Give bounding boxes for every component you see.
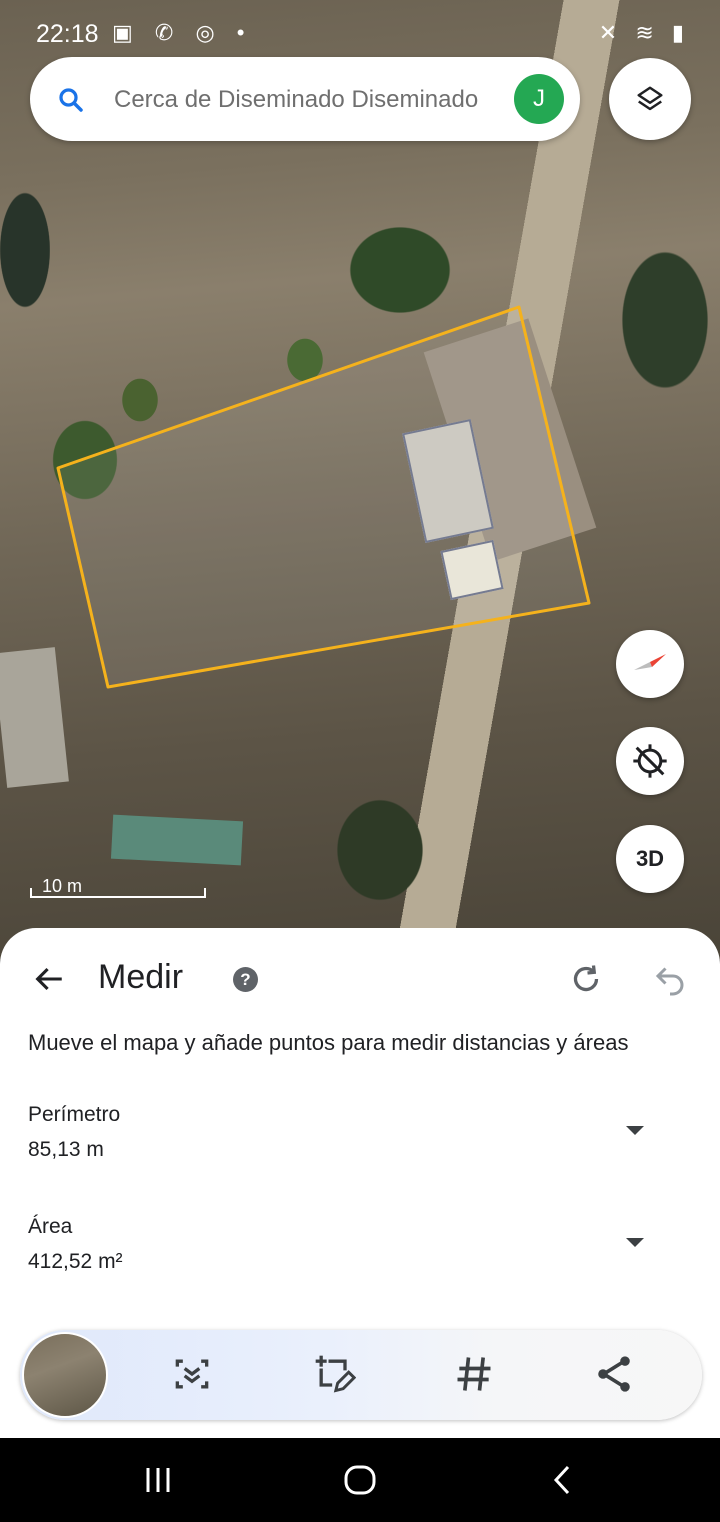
system-nav-bar [0,1438,720,1522]
compass-icon [634,654,666,670]
my-location-button[interactable] [616,727,684,795]
hashtag-icon[interactable] [452,1352,496,1396]
back-arrow-icon[interactable] [32,962,66,996]
layers-button[interactable] [609,58,691,140]
map-view[interactable] [0,0,720,960]
search-input[interactable] [112,81,506,119]
search-bar[interactable]: J [30,57,580,141]
location-off-icon [633,744,667,778]
area-label: Área [28,1215,73,1238]
area-unit-dropdown-icon[interactable] [626,1238,644,1247]
undo-icon[interactable] [652,961,688,997]
measure-header: Medir ? [0,928,720,1028]
notification-icons: ▣ ✆ ◎ • [112,20,253,45]
clock: 22:18 [36,20,99,48]
search-icon [59,88,83,112]
screenshot-thumbnail[interactable] [22,1332,108,1418]
measured-area-polygon [56,305,591,689]
reset-icon[interactable] [568,961,604,997]
layers-icon [637,86,663,111]
scale-bar [30,888,206,898]
3d-label: 3D [635,846,665,871]
share-icon[interactable] [592,1352,636,1396]
screenshot-icon[interactable] [170,1352,214,1396]
perimeter-value: 85,13 m [28,1138,104,1161]
area-value: 412,52 m² [28,1250,123,1273]
back-icon[interactable] [548,1464,578,1496]
system-icons: ✕ ≋ ▮ [598,20,690,45]
avatar[interactable]: J [514,74,564,124]
help-icon[interactable]: ? [233,967,258,992]
add-place-icon[interactable] [312,1352,356,1396]
recent-apps-icon[interactable] [140,1464,176,1496]
3d-button[interactable]: 3D [616,825,684,893]
bottom-toolbar [20,1330,702,1420]
home-icon[interactable] [342,1464,378,1496]
map-scale: 10 m [30,870,206,898]
perimeter-unit-dropdown-icon[interactable] [626,1126,644,1135]
perimeter-label: Perímetro [28,1103,121,1126]
compass-button[interactable] [616,630,684,698]
instructions-text: Mueve el mapa y añade puntos para medir … [28,1030,629,1055]
page-title: Medir [98,958,184,996]
